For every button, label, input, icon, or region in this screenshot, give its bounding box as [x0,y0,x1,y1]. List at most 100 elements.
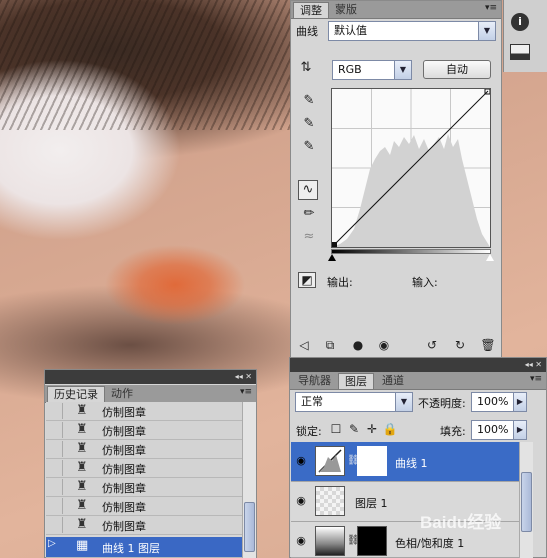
snapshot-checkbox[interactable] [48,403,63,419]
tab-navigator[interactable]: 导航器 [292,373,337,389]
panel-menu-icon[interactable]: ▾≡ [240,387,252,397]
layer-mask-thumbnail[interactable] [357,526,387,556]
snapshot-checkbox[interactable] [48,460,63,476]
info-icon[interactable]: i [511,13,529,31]
clone-stamp-icon: ♜ [76,479,88,494]
blend-mode-select[interactable]: 正常 ▼ [295,392,413,412]
fill-input[interactable]: 100% ▶ [471,420,527,440]
tab-history[interactable]: 历史记录 [47,386,105,402]
tab-layers[interactable]: 图层 [338,373,374,389]
preset-label: 曲线 [296,25,318,38]
tab-adjustments[interactable]: 调整 [293,2,329,18]
auto-button[interactable]: 自动 [423,60,491,79]
visibility-eye-icon[interactable]: ◉ [376,338,392,352]
tab-masks[interactable]: 蒙版 [329,2,363,18]
history-item-selected[interactable]: ▷ ▦ 曲线 1 图层 [46,537,242,558]
layers-tabbar: 导航器 图层 通道 ▾≡ [290,372,546,390]
history-item[interactable]: ♜ 仿制图章 [46,478,242,497]
opacity-value: 100% [477,395,509,408]
history-scroll-thumb[interactable] [244,502,255,552]
lock-all-icon[interactable]: 🔒 [382,422,398,436]
preset-value: 默认值 [334,24,367,37]
history-item[interactable]: ♜ 仿制图章 [46,516,242,535]
history-item-label: 仿制图章 [102,425,146,438]
right-dock [503,0,547,72]
curves-graph[interactable] [331,88,491,248]
history-item-label: 仿制图章 [102,482,146,495]
histogram-icon[interactable] [510,44,530,60]
clipping-warning-icon[interactable]: ◩ [298,272,316,288]
hue-saturation-thumbnail [315,526,345,556]
channel-select[interactable]: RGB ▼ [332,60,412,80]
back-arrow-icon[interactable]: ◁ [296,338,312,352]
clone-stamp-icon: ♜ [76,517,88,532]
curves-icon: ▦ [76,538,89,553]
clone-stamp-icon: ♜ [76,460,88,475]
expanded-view-icon[interactable]: ⧉ [322,338,338,352]
layer-mask-thumbnail[interactable] [357,446,387,476]
pencil-draw-icon[interactable]: ✏ [300,205,318,223]
chevron-down-icon[interactable]: ▼ [394,61,411,79]
preset-select[interactable]: 默认值 ▼ [328,21,496,41]
output-gradient-bar [331,249,491,254]
channel-value: RGB [338,63,362,76]
layers-scrollbar[interactable] [519,442,533,558]
snapshot-checkbox[interactable] [48,517,63,533]
chevron-right-icon[interactable]: ▶ [513,393,526,411]
history-item[interactable]: ♜ 仿制图章 [46,497,242,516]
reset-icon[interactable]: ↻ [452,338,468,352]
lock-label: 锁定: [296,425,322,438]
panel-menu-icon[interactable]: ▾≡ [485,3,497,13]
curve-edit-icon[interactable]: ∿ [298,180,318,200]
clone-stamp-icon: ♜ [76,403,88,418]
eye-icon[interactable]: ◉ [293,494,309,507]
eye-icon[interactable]: ◉ [293,454,309,467]
gray-point-eyedropper-icon[interactable]: ✎ [300,115,318,133]
lock-position-icon[interactable]: ✛ [364,422,380,436]
on-image-adjust-icon[interactable]: ⇅ [297,59,315,77]
snapshot-checkbox[interactable] [48,441,63,457]
layer-row-curves[interactable]: ◉ ⛓ 曲线 1 [291,442,519,482]
history-item[interactable]: ♜ 仿制图章 [46,440,242,459]
panel-collapse-bar[interactable]: ◂◂ ✕ [45,370,256,384]
layers-scroll-thumb[interactable] [521,472,532,532]
history-item[interactable]: ♜ 仿制图章 [46,402,242,421]
black-slider-icon[interactable] [328,254,336,261]
history-item[interactable]: ♜ 仿制图章 [46,459,242,478]
white-slider-icon[interactable] [486,254,494,261]
panel-collapse-bar[interactable]: ◂◂ ✕ [290,358,546,372]
chevron-down-icon[interactable]: ▼ [395,393,412,411]
tab-actions[interactable]: 动作 [105,386,139,402]
chevron-down-icon[interactable]: ▼ [478,22,495,40]
eyelash-texture [0,0,300,130]
smooth-curve-icon[interactable]: ≈ [300,228,318,246]
history-tabbar: 历史记录 动作 ▾≡ [45,385,256,403]
curves-adjustment-thumbnail [315,446,345,476]
delete-icon[interactable]: 🗑 [480,338,496,352]
clone-stamp-icon: ♜ [76,498,88,513]
fill-label: 填充: [440,425,466,438]
chevron-right-icon[interactable]: ▶ [513,421,526,439]
lock-image-icon[interactable]: ✎ [346,422,362,436]
history-scrollbar[interactable] [242,402,256,558]
clip-to-layer-icon[interactable]: ● [350,338,366,352]
layer-name: 色相/饱和度 1 [395,537,465,550]
white-point-eyedropper-icon[interactable]: ✎ [300,138,318,156]
snapshot-checkbox[interactable] [48,479,63,495]
snapshot-checkbox[interactable] [48,422,63,438]
history-item-label: 仿制图章 [102,406,146,419]
snapshot-checkbox[interactable] [48,498,63,514]
tab-channels[interactable]: 通道 [376,373,410,389]
black-point-eyedropper-icon[interactable]: ✎ [300,92,318,110]
history-item-label: 仿制图章 [102,520,146,533]
watermark-text: Baidu经验 [420,513,502,532]
history-item-label: 仿制图章 [102,444,146,457]
lock-transparent-icon[interactable]: ☐ [328,422,344,436]
previous-state-icon[interactable]: ↺ [424,338,440,352]
input-label: 输入: [412,276,438,289]
opacity-input[interactable]: 100% ▶ [471,392,527,412]
output-label: 输出: [327,276,353,289]
history-item[interactable]: ♜ 仿制图章 [46,421,242,440]
panel-menu-icon[interactable]: ▾≡ [530,374,542,384]
eye-icon[interactable]: ◉ [293,534,309,547]
